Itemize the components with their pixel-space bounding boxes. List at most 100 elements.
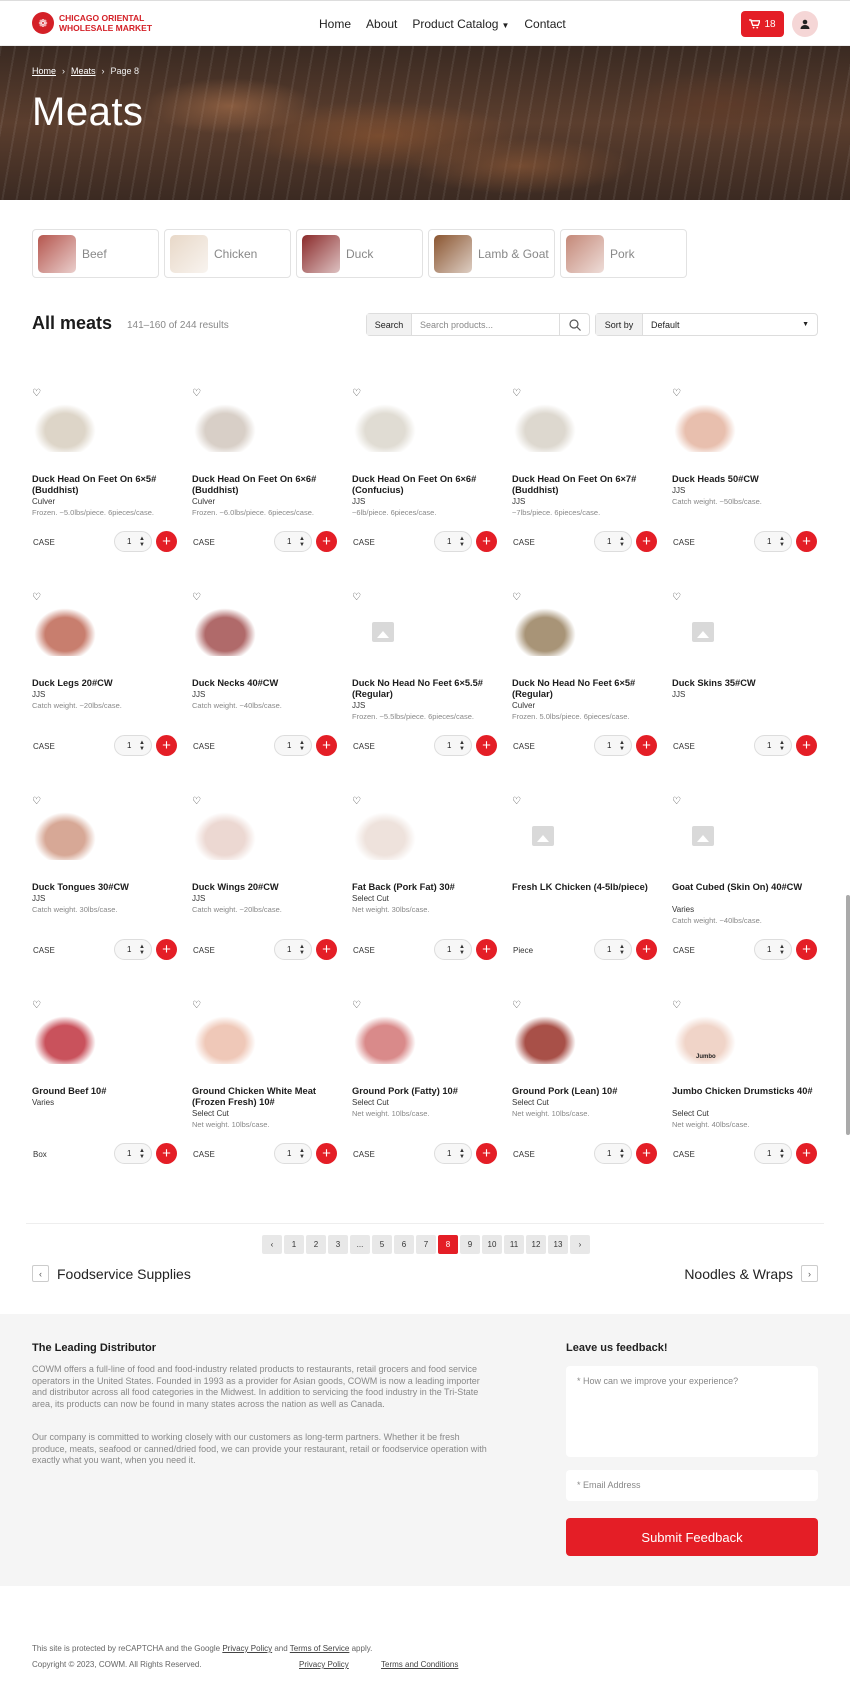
- product-image[interactable]: [194, 812, 256, 860]
- add-to-cart-button[interactable]: +: [476, 531, 497, 552]
- quantity-stepper[interactable]: 1 ▲ ▼: [114, 735, 152, 756]
- stepper-arrows-icon[interactable]: ▲ ▼: [299, 740, 305, 752]
- product-name[interactable]: Ground Pork (Fatty) 10#: [352, 1086, 496, 1097]
- prev-page-button[interactable]: ‹: [262, 1235, 282, 1254]
- cart-button[interactable]: 18: [741, 11, 784, 37]
- quantity-stepper[interactable]: 1 ▲ ▼: [594, 531, 632, 552]
- stepper-arrows-icon[interactable]: ▲ ▼: [459, 536, 465, 548]
- add-to-cart-button[interactable]: +: [476, 1143, 497, 1164]
- page-button[interactable]: 6: [394, 1235, 414, 1254]
- quantity-stepper[interactable]: 1 ▲ ▼: [594, 939, 632, 960]
- terms-of-service-link[interactable]: Terms of Service: [290, 1644, 350, 1653]
- stepper-arrows-icon[interactable]: ▲ ▼: [619, 944, 625, 956]
- heart-icon[interactable]: ♡: [672, 388, 681, 399]
- breadcrumb-home[interactable]: Home: [32, 66, 56, 76]
- stepper-arrows-icon[interactable]: ▲ ▼: [139, 944, 145, 956]
- quantity-stepper[interactable]: 1 ▲ ▼: [754, 531, 792, 552]
- heart-icon[interactable]: ♡: [32, 796, 41, 807]
- product-name[interactable]: Ground Beef 10#: [32, 1086, 176, 1097]
- quantity-stepper[interactable]: 1 ▲ ▼: [114, 531, 152, 552]
- add-to-cart-button[interactable]: +: [156, 1143, 177, 1164]
- product-image[interactable]: Jumbo: [674, 1016, 736, 1064]
- heart-icon[interactable]: ♡: [672, 1000, 681, 1011]
- stepper-arrows-icon[interactable]: ▲ ▼: [139, 740, 145, 752]
- sort-select[interactable]: Default ▼: [643, 314, 817, 335]
- heart-icon[interactable]: ♡: [512, 388, 521, 399]
- product-name[interactable]: Duck Head On Feet On 6×7# (Buddhist): [512, 474, 656, 496]
- nav-contact[interactable]: Contact: [524, 17, 565, 31]
- account-button[interactable]: [792, 11, 818, 37]
- page-button[interactable]: 10: [482, 1235, 502, 1254]
- site-logo[interactable]: ❁ CHICAGO ORIENTAL WHOLESALE MARKET: [32, 12, 152, 34]
- quantity-stepper[interactable]: 1 ▲ ▼: [434, 939, 472, 960]
- stepper-arrows-icon[interactable]: ▲ ▼: [779, 1148, 785, 1160]
- product-name[interactable]: Jumbo Chicken Drumsticks 40#: [672, 1086, 816, 1097]
- page-button[interactable]: 12: [526, 1235, 546, 1254]
- add-to-cart-button[interactable]: +: [476, 939, 497, 960]
- product-name[interactable]: Duck Necks 40#CW: [192, 678, 336, 689]
- stepper-arrows-icon[interactable]: ▲ ▼: [139, 1148, 145, 1160]
- stepper-arrows-icon[interactable]: ▲ ▼: [779, 536, 785, 548]
- email-field[interactable]: * Email Address: [566, 1470, 818, 1501]
- add-to-cart-button[interactable]: +: [316, 939, 337, 960]
- add-to-cart-button[interactable]: +: [636, 531, 657, 552]
- category-tile[interactable]: Beef: [32, 229, 159, 278]
- add-to-cart-button[interactable]: +: [796, 735, 817, 756]
- heart-icon[interactable]: ♡: [352, 592, 361, 603]
- heart-icon[interactable]: ♡: [672, 592, 681, 603]
- add-to-cart-button[interactable]: +: [156, 735, 177, 756]
- product-image[interactable]: [674, 404, 736, 452]
- product-name[interactable]: Ground Pork (Lean) 10#: [512, 1086, 656, 1097]
- scrollbar[interactable]: [846, 895, 850, 1135]
- product-name[interactable]: Duck No Head No Feet 6×5.5# (Regular): [352, 678, 496, 700]
- add-to-cart-button[interactable]: +: [156, 939, 177, 960]
- add-to-cart-button[interactable]: +: [636, 735, 657, 756]
- stepper-arrows-icon[interactable]: ▲ ▼: [459, 944, 465, 956]
- product-image[interactable]: [354, 404, 416, 452]
- quantity-stepper[interactable]: 1 ▲ ▼: [594, 1143, 632, 1164]
- stepper-arrows-icon[interactable]: ▲ ▼: [299, 536, 305, 548]
- product-name[interactable]: Duck Wings 20#CW: [192, 882, 336, 893]
- product-image[interactable]: [194, 608, 256, 656]
- product-name[interactable]: Duck Head On Feet On 6×6# (Confucius): [352, 474, 496, 496]
- product-image[interactable]: [354, 812, 416, 860]
- product-image[interactable]: [514, 404, 576, 452]
- product-image[interactable]: [354, 1016, 416, 1064]
- heart-icon[interactable]: ♡: [352, 388, 361, 399]
- stepper-arrows-icon[interactable]: ▲ ▼: [459, 1148, 465, 1160]
- heart-icon[interactable]: ♡: [512, 592, 521, 603]
- heart-icon[interactable]: ♡: [512, 796, 521, 807]
- product-image[interactable]: [514, 608, 576, 656]
- footer-terms-link[interactable]: Terms and Conditions: [381, 1660, 458, 1669]
- quantity-stepper[interactable]: 1 ▲ ▼: [274, 1143, 312, 1164]
- next-category-link[interactable]: Noodles & Wraps ›: [684, 1265, 818, 1282]
- heart-icon[interactable]: ♡: [192, 592, 201, 603]
- page-button[interactable]: 5: [372, 1235, 392, 1254]
- stepper-arrows-icon[interactable]: ▲ ▼: [299, 944, 305, 956]
- heart-icon[interactable]: ♡: [192, 1000, 201, 1011]
- quantity-stepper[interactable]: 1 ▲ ▼: [274, 939, 312, 960]
- category-tile[interactable]: Lamb & Goat: [428, 229, 555, 278]
- product-name[interactable]: Duck Heads 50#CW: [672, 474, 816, 485]
- search-input[interactable]: Search products...: [412, 314, 559, 335]
- page-button[interactable]: 2: [306, 1235, 326, 1254]
- quantity-stepper[interactable]: 1 ▲ ▼: [434, 1143, 472, 1164]
- product-name[interactable]: Duck Head On Feet On 6×5# (Buddhist): [32, 474, 176, 496]
- product-image[interactable]: [34, 404, 96, 452]
- quantity-stepper[interactable]: 1 ▲ ▼: [114, 1143, 152, 1164]
- product-image[interactable]: [514, 1016, 576, 1064]
- quantity-stepper[interactable]: 1 ▲ ▼: [754, 1143, 792, 1164]
- add-to-cart-button[interactable]: +: [316, 531, 337, 552]
- add-to-cart-button[interactable]: +: [636, 1143, 657, 1164]
- quantity-stepper[interactable]: 1 ▲ ▼: [274, 735, 312, 756]
- quantity-stepper[interactable]: 1 ▲ ▼: [114, 939, 152, 960]
- nav-about[interactable]: About: [366, 17, 397, 31]
- submit-feedback-button[interactable]: Submit Feedback: [566, 1518, 818, 1556]
- nav-home[interactable]: Home: [319, 17, 351, 31]
- product-name[interactable]: Fat Back (Pork Fat) 30#: [352, 882, 496, 893]
- page-button[interactable]: 9: [460, 1235, 480, 1254]
- heart-icon[interactable]: ♡: [192, 388, 201, 399]
- stepper-arrows-icon[interactable]: ▲ ▼: [619, 536, 625, 548]
- stepper-arrows-icon[interactable]: ▲ ▼: [779, 944, 785, 956]
- quantity-stepper[interactable]: 1 ▲ ▼: [434, 531, 472, 552]
